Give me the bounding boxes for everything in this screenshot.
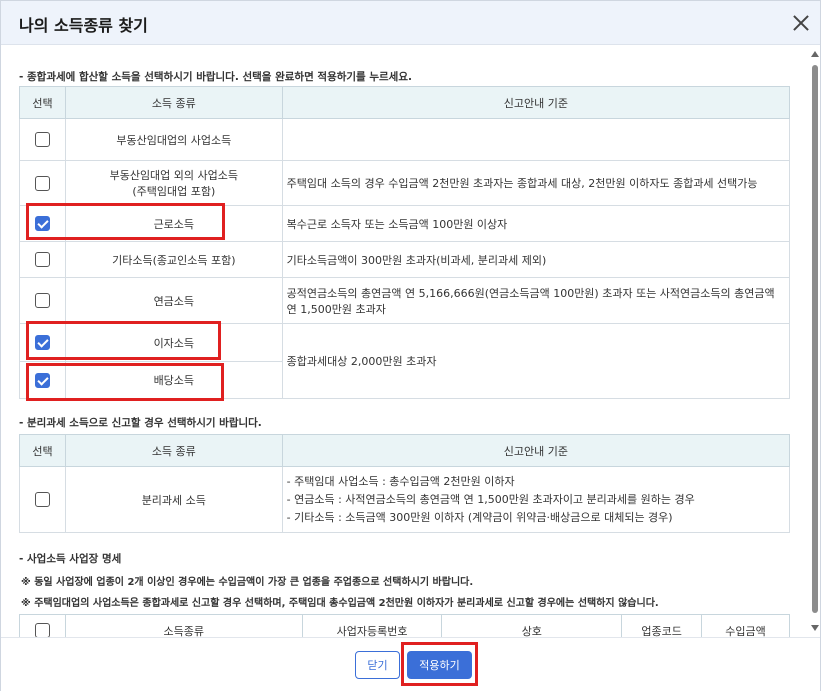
table-row: 부동산임대업의 사업소득 [19,118,791,161]
scrollbar[interactable] [810,47,820,637]
col-header-type: 소득 종류 [64,86,283,119]
highlight-dividend-income [26,363,224,401]
checkbox-pension-income[interactable] [34,293,50,308]
modal-body: - 종합과세에 합산할 소득을 선택하시기 바랍니다. 선택을 완료하면 적용하… [1,46,809,637]
col-header-select: 선택 [19,434,66,467]
col-header-biz-number: 사업자등록번호 [301,614,443,637]
table-row: 기타소득(종교인소득 포함) 기타소득금액이 300만원 초과자(비과세, 분리… [19,241,791,278]
table-row: 분리과세 소득 - 주택임대 사업소득 : 총수입금액 2천만원 이하자 - 연… [19,466,791,533]
scroll-thumb[interactable] [812,65,818,613]
table-row: 연금소득 공적연금소득의 총연금액 연 5,166,666원(연금소득금액 10… [19,277,791,324]
modal-header: 나의 소득종류 찾기 [1,1,820,45]
guide-text: 종합과세대상 2,000만원 초과자 [281,323,791,399]
guide-text [281,118,791,161]
guide-text: 복수근로 소득자 또는 소득금액 100만원 이상자 [281,205,791,242]
scroll-up-icon[interactable] [811,51,819,57]
section2-table: 선택 소득 종류 신고안내 기준 분리과세 소득 - 주택임대 사업소득 : 총… [19,434,791,533]
col-header-guide: 신고안내 기준 [281,434,791,467]
close-icon[interactable] [790,12,812,34]
table-row: 부동산임대업 외의 사업소득 (주택임대업 포함) 주택임대 소득의 경우 수입금… [19,160,791,206]
close-button[interactable]: 닫기 [355,651,400,679]
income-type-label: 연금소득 [64,277,283,324]
col-header-guide: 신고안내 기준 [281,86,791,119]
highlight-apply-button [401,642,478,686]
section2-note: - 분리과세 소득으로 신고할 경우 선택하시기 바랍니다. [19,417,262,429]
col-header-industry-code: 업종코드 [621,614,703,637]
section1-note: - 종합과세에 합산할 소득을 선택하시기 바랍니다. 선택을 완료하면 적용하… [19,71,412,83]
col-header-select: 선택 [19,86,66,119]
highlight-earned-income [26,203,225,240]
income-type-modal: 나의 소득종류 찾기 - 종합과세에 합산할 소득을 선택하시기 바랍니다. 선… [0,0,821,691]
income-type-label: 부동산임대업의 사업소득 [64,118,283,161]
checkbox-other-income[interactable] [34,252,50,267]
col-header-company: 상호 [441,614,623,637]
checkbox-separate-tax[interactable] [34,492,50,507]
highlight-interest-income [26,321,221,360]
modal-footer: 닫기 적용하기 [1,637,820,691]
checkbox-rental-business[interactable] [34,132,50,147]
guide-text: 주택임대 소득의 경우 수입금액 2천만원 초과자는 종합과세 대상, 2천만원… [281,160,791,206]
guide-text: - 주택임대 사업소득 : 총수입금액 2천만원 이하자 - 연금소득 : 사적… [281,466,791,533]
section3-sub1: ※ 동일 사업장에 업종이 2개 이상인 경우에는 수입금액이 가장 큰 업종을… [21,577,474,588]
checkbox-other-business[interactable] [34,175,50,191]
scroll-down-icon[interactable] [811,625,819,631]
col-header-income-type: 소득종류 [64,614,303,637]
guide-text: 공적연금소득의 총연금액 연 5,166,666원(연금소득금액 100만원) … [281,277,791,324]
section3-note: - 사업소득 사업장 명세 [19,553,122,565]
col-header-revenue: 수입금액 [701,614,790,637]
income-type-label: 부동산임대업 외의 사업소득 (주택임대업 포함) [64,160,283,206]
checkbox-select-all[interactable] [34,623,50,637]
guide-text: 기타소득금액이 300만원 초과자(비과세, 분리과세 제외) [281,241,791,278]
section3-table: 소득종류 사업자등록번호 상호 업종코드 수입금액 [19,614,790,637]
section3-sub2: ※ 주택임대업의 사업소득은 종합과세로 신고할 경우 선택하며, 주택임대 총… [21,598,659,609]
modal-title: 나의 소득종류 찾기 [19,16,148,35]
income-type-label: 기타소득(종교인소득 포함) [64,241,283,278]
income-type-label: 분리과세 소득 [64,466,283,533]
col-header-type: 소득 종류 [64,434,283,467]
